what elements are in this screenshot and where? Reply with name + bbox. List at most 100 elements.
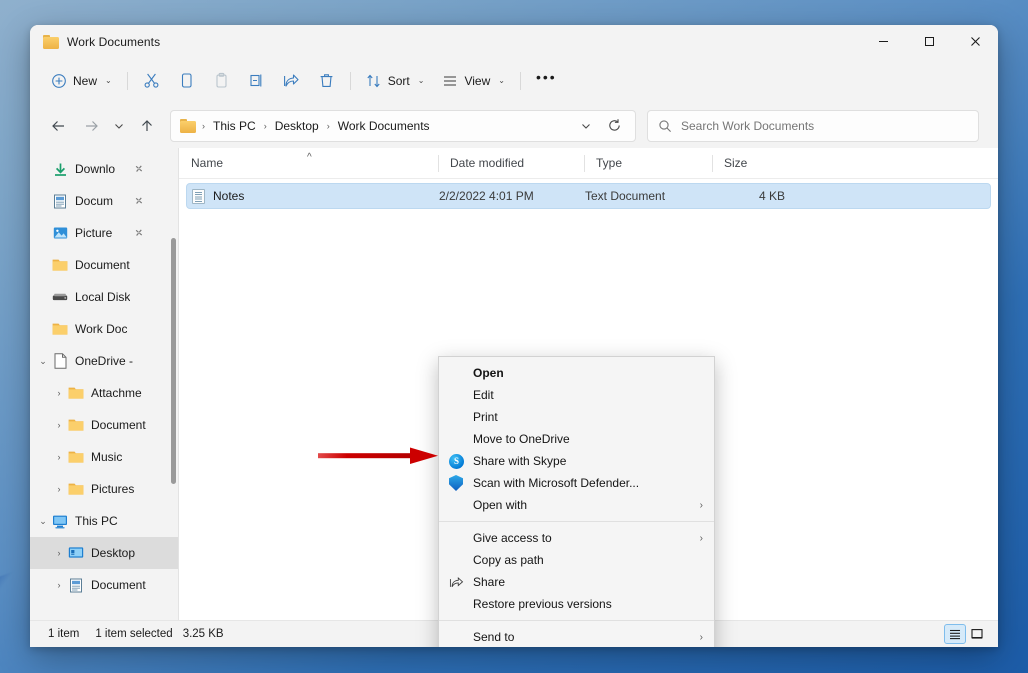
column-header-name[interactable]: Name ^: [179, 148, 438, 179]
refresh-button[interactable]: [599, 111, 629, 141]
toolbar-divider: [126, 71, 128, 90]
toolbar-divider-3: [519, 71, 521, 90]
see-more-button[interactable]: •••: [527, 65, 566, 97]
download-icon: [52, 161, 68, 177]
sidebar-item-document[interactable]: › Document: [30, 409, 179, 441]
minimize-button[interactable]: [860, 25, 906, 58]
chevron-right-icon[interactable]: ›: [54, 580, 64, 590]
details-view-icon[interactable]: [944, 624, 966, 644]
rename-button[interactable]: [239, 65, 274, 97]
chevron-down-icon[interactable]: ⌄: [38, 516, 48, 527]
sort-button[interactable]: Sort ⌄: [357, 65, 434, 97]
breadcrumb-this-pc[interactable]: This PC: [208, 116, 261, 136]
search-icon: [659, 119, 671, 132]
chevron-right-icon: ›: [699, 631, 703, 643]
pin-icon: ✛: [131, 162, 145, 176]
folder-icon: [68, 417, 84, 433]
sort-ascending-icon: ^: [307, 151, 312, 163]
breadcrumb-work-documents[interactable]: Work Documents: [333, 116, 435, 136]
context-menu-item-scan-with-microsoft-defender[interactable]: Scan with Microsoft Defender...: [439, 472, 714, 494]
address-dropdown-button[interactable]: [575, 111, 597, 141]
sidebar-item-downlo[interactable]: Downlo ✛: [30, 153, 179, 185]
selection-label: 1 item selected: [95, 628, 173, 640]
chevron-right-icon[interactable]: ›: [54, 484, 64, 494]
chevron-down-icon[interactable]: ⌄: [38, 356, 48, 367]
context-menu-item-copy-as-path[interactable]: Copy as path: [439, 549, 714, 571]
window-title: Work Documents: [67, 34, 161, 49]
chevron-right-icon[interactable]: ›: [54, 452, 64, 462]
chevron-down-icon: ⌄: [417, 76, 425, 85]
sidebar-item-document[interactable]: Document: [30, 249, 179, 281]
column-header-date-modified[interactable]: Date modified: [438, 148, 584, 179]
context-menu-item-restore-previous-versions[interactable]: Restore previous versions: [439, 593, 714, 615]
sidebar-item-picture[interactable]: Picture ✛: [30, 217, 179, 249]
view-button[interactable]: View ⌄: [433, 65, 514, 97]
context-menu-item-label: Print: [473, 410, 498, 424]
sidebar-scrollbar[interactable]: [171, 238, 176, 484]
up-button[interactable]: [132, 111, 162, 141]
skype-icon: S: [449, 453, 473, 469]
context-menu-item-open[interactable]: Open: [439, 362, 714, 384]
context-menu-item-send-to[interactable]: Send to ›: [439, 626, 714, 647]
sidebar-item-this-pc[interactable]: ⌄ This PC: [30, 505, 179, 537]
ellipsis-icon: •••: [535, 68, 557, 85]
file-name-cell: Notes: [187, 188, 439, 204]
sidebar-item-desktop[interactable]: › Desktop: [30, 537, 179, 569]
sidebar-item-document[interactable]: › Document: [30, 569, 179, 601]
close-button[interactable]: [952, 25, 998, 58]
chevron-right-icon[interactable]: ›: [54, 420, 64, 430]
chevron-down-icon: ⌄: [105, 76, 112, 85]
sidebar-item-docum[interactable]: Docum ✛: [30, 185, 179, 217]
context-menu-item-share-with-skype[interactable]: S Share with Skype: [439, 450, 714, 472]
context-menu-item-share[interactable]: Share: [439, 571, 714, 593]
paste-button[interactable]: [204, 65, 239, 97]
back-button[interactable]: [44, 111, 74, 141]
new-button[interactable]: New ⌄: [42, 65, 121, 97]
forward-button[interactable]: [76, 111, 106, 141]
thispc-icon: [52, 513, 68, 529]
copy-button[interactable]: [169, 65, 204, 97]
sidebar-item-label: Downlo: [75, 162, 116, 176]
column-header-size[interactable]: Size: [712, 148, 790, 179]
cut-button[interactable]: [134, 65, 169, 97]
address-bar[interactable]: › This PC › Desktop › Work Documents: [170, 109, 636, 142]
context-menu-item-label: Move to OneDrive: [473, 432, 570, 446]
maximize-button[interactable]: [906, 25, 952, 58]
new-button-label: New: [73, 73, 98, 88]
context-menu-item-open-with[interactable]: Open with ›: [439, 494, 714, 516]
sidebar-item-onedrive[interactable]: ⌄ OneDrive -: [30, 345, 179, 377]
context-menu-item-move-to-onedrive[interactable]: Move to OneDrive: [439, 428, 714, 450]
large-icons-view-icon[interactable]: [966, 624, 988, 644]
delete-button[interactable]: [309, 65, 344, 97]
context-menu[interactable]: Open Edit Print Move to OneDrive S Share with…: [438, 356, 715, 647]
sidebar-item-label: Desktop: [91, 546, 136, 560]
folder-icon: [43, 34, 59, 49]
context-menu-item-edit[interactable]: Edit: [439, 384, 714, 406]
sidebar-item-work-doc[interactable]: Work Doc: [30, 313, 179, 345]
share-button[interactable]: [274, 65, 309, 97]
recent-locations-button[interactable]: [108, 111, 130, 141]
sidebar-item-local-disk[interactable]: Local Disk: [30, 281, 179, 313]
context-menu-item-print[interactable]: Print: [439, 406, 714, 428]
column-header-type[interactable]: Type: [584, 148, 712, 179]
table-row[interactable]: Notes 2/2/2022 4:01 PM Text Document 4 K…: [186, 183, 991, 209]
folder-icon: [68, 481, 84, 497]
file-name-label: Notes: [213, 189, 245, 203]
chevron-down-icon: ⌄: [498, 76, 505, 85]
context-menu-item-label: Open with: [473, 498, 528, 512]
sidebar-item-label: Attachme: [91, 386, 142, 400]
chevron-right-icon[interactable]: ›: [54, 388, 64, 398]
command-toolbar: New ⌄ Sort ⌄ View ⌄ •••: [30, 58, 998, 103]
chevron-right-icon[interactable]: ›: [54, 548, 64, 558]
context-menu-item-label: Copy as path: [473, 553, 544, 567]
sidebar-item-music[interactable]: › Music: [30, 441, 179, 473]
sidebar-item-pictures[interactable]: › Pictures: [30, 473, 179, 505]
shield-icon: [449, 475, 473, 491]
column-headers: Name ^ Date modified Type Size: [179, 148, 998, 179]
context-menu-item-give-access-to[interactable]: Give access to ›: [439, 527, 714, 549]
breadcrumb-desktop[interactable]: Desktop: [270, 116, 324, 136]
search-box[interactable]: Search Work Documents: [647, 109, 979, 142]
documents-icon: [52, 193, 68, 209]
search-input[interactable]: Search Work Documents: [681, 119, 814, 133]
sidebar-item-attachme[interactable]: › Attachme: [30, 377, 179, 409]
